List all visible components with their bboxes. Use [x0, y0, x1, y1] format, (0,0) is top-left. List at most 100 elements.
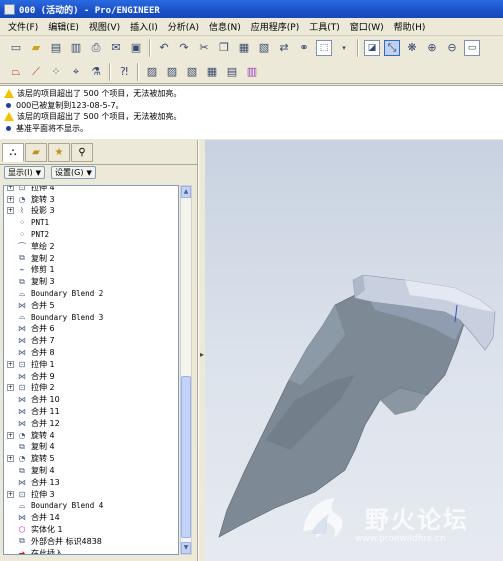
tree-item[interactable]: ⋈ 合并 9 [4, 370, 55, 382]
scrollbar-thumb[interactable] [181, 376, 191, 538]
repaint-icon[interactable]: ◪ [364, 40, 380, 56]
expand-icon[interactable]: + [7, 186, 14, 191]
find-icon[interactable]: ⚭ [296, 40, 312, 56]
menu-window[interactable]: 窗口(W) [345, 20, 389, 33]
tree-item[interactable]: ⧉ 复制 4 [4, 465, 55, 477]
sketch-plane-icon[interactable]: ⏢ [8, 64, 24, 80]
copy-icon[interactable]: ❐ [216, 40, 232, 56]
regenerate-icon[interactable]: ⇄ [276, 40, 292, 56]
tree-item[interactable]: ⋈ 合并 11 [4, 406, 60, 418]
page-setup-icon[interactable]: ▣ [128, 40, 144, 56]
expand-icon[interactable]: + [7, 490, 14, 498]
menu-insert[interactable]: 插入(I) [125, 20, 163, 33]
expand-icon[interactable]: + [7, 384, 14, 392]
tree-item-label: 旋转 4 [31, 430, 55, 440]
folder-browser-tab-icon[interactable]: ▰ [25, 143, 47, 162]
tree-item[interactable]: ⋈ 合并 6 [4, 323, 55, 335]
tree-item[interactable]: + ⊡ 拉伸 3 [4, 488, 55, 500]
tree-item[interactable]: ⌓ Boundary Blend 3 [4, 311, 103, 323]
tree-item[interactable]: + ◔ 旋转 4 [4, 429, 55, 441]
selection-filter-icon[interactable]: ⬚ [316, 40, 332, 56]
tree-item[interactable]: ⋈ 合并 7 [4, 335, 55, 347]
undo-icon[interactable]: ↶ [156, 40, 172, 56]
tree-item-label: 复制 4 [31, 466, 55, 476]
tree-item[interactable]: + ◔ 旋转 3 [4, 193, 55, 205]
tree-item[interactable]: ⌓ Boundary Blend 4 [4, 500, 103, 512]
tree-item[interactable]: ⧉ 复制 4 [4, 441, 55, 453]
tree-item[interactable]: + ⊡ 拉伸 1 [4, 359, 55, 371]
model-setup-icon[interactable]: ▥ [244, 64, 260, 80]
settings-dropdown[interactable]: 设置(G) ▼ [51, 166, 96, 179]
display-style-icon[interactable]: ▦ [204, 64, 220, 80]
menu-applications[interactable]: 应用程序(P) [246, 20, 304, 33]
tree-item[interactable]: ⋈ 合并 8 [4, 347, 55, 359]
tree-item[interactable]: + ◔ 旋转 5 [4, 453, 55, 465]
datum-axis-icon[interactable]: ⟋ [28, 64, 44, 80]
scroll-up-icon[interactable]: ▲ [181, 186, 191, 198]
tree-item[interactable]: ⋈ 合并 14 [4, 512, 60, 524]
menu-info[interactable]: 信息(N) [204, 20, 246, 33]
connections-tab-icon[interactable]: ⚲ [71, 143, 93, 162]
zoom-out-icon[interactable]: ⊖ [444, 40, 460, 56]
menu-tools[interactable]: 工具(T) [304, 20, 345, 33]
tree-item[interactable]: ⧉ 复制 3 [4, 276, 55, 288]
menu-help[interactable]: 帮助(H) [389, 20, 431, 33]
send-mail-icon[interactable]: ✉ [108, 40, 124, 56]
scroll-down-icon[interactable]: ▼ [181, 542, 191, 554]
tree-item[interactable]: ⬡ 实体化 1 [4, 524, 63, 536]
analysis-tool-icon[interactable]: ⚗ [88, 64, 104, 80]
redo-icon[interactable]: ↷ [176, 40, 192, 56]
tree-item[interactable]: ⧉ 复制 2 [4, 252, 55, 264]
spin-center-icon[interactable]: ⤡ [384, 40, 400, 56]
menu-analysis[interactable]: 分析(A) [163, 20, 204, 33]
paste-icon[interactable]: ▦ [236, 40, 252, 56]
tree-item[interactable]: ⋈ 合并 13 [4, 477, 60, 489]
menu-edit[interactable]: 编辑(E) [43, 20, 84, 33]
expand-icon[interactable]: + [7, 360, 14, 368]
print-icon[interactable]: ⎙ [88, 40, 104, 56]
tree-item[interactable]: ⁘ PNT2 [4, 229, 49, 241]
menu-view[interactable]: 视图(V) [84, 20, 125, 33]
tree-item[interactable]: + ⌇ 投影 3 [4, 205, 55, 217]
expand-icon[interactable]: + [7, 455, 14, 463]
chevron-down-icon[interactable]: ▾ [336, 40, 352, 56]
panel-splitter[interactable]: ▸ [198, 140, 205, 561]
menu-file[interactable]: 文件(F) [3, 20, 43, 33]
cut-icon[interactable]: ✂ [196, 40, 212, 56]
datum-point-icon[interactable]: ⁘ [48, 64, 64, 80]
open-file-icon[interactable]: ▰ [28, 40, 44, 56]
model-tree-tab-icon[interactable]: ⛬ [2, 143, 24, 162]
paste-special-icon[interactable]: ▧ [256, 40, 272, 56]
csys-icon[interactable]: ⌖ [68, 64, 84, 80]
tree-item[interactable]: ⧉ 外部合并 标识4838 [4, 536, 102, 548]
saved-views-icon[interactable]: ▨ [164, 64, 180, 80]
tree-item[interactable]: ⋈ 合并 10 [4, 394, 60, 406]
tree-item[interactable]: ⁘ PNT1 [4, 217, 49, 229]
graphics-window[interactable]: 野火论坛 www.proewildfire.cn [205, 140, 503, 561]
refit-icon[interactable]: ▭ [464, 40, 480, 56]
tree-item[interactable]: ⋈ 合并 12 [4, 418, 60, 430]
tree-item[interactable]: ⌒ 草绘 2 [4, 241, 55, 253]
zoom-in-icon[interactable]: ⊕ [424, 40, 440, 56]
tree-scrollbar[interactable]: ▲ ▼ [180, 185, 192, 555]
save-copy-icon[interactable]: ▥ [68, 40, 84, 56]
expand-icon[interactable]: + [7, 207, 14, 215]
tree-item[interactable]: ⌁ 修剪 1 [4, 264, 55, 276]
layers-icon[interactable]: ▧ [184, 64, 200, 80]
tree-item[interactable]: + ⊡ 拉伸 4 [4, 186, 55, 193]
perspective-icon[interactable]: ▤ [224, 64, 240, 80]
collapse-arrow-icon[interactable]: ▸ [200, 350, 204, 359]
show-dropdown[interactable]: 显示(I) ▼ [4, 166, 45, 179]
save-icon[interactable]: ▤ [48, 40, 64, 56]
orient-mode-icon[interactable]: ❋ [404, 40, 420, 56]
tree-item[interactable]: ⌓ Boundary Blend 2 [4, 288, 103, 300]
view-manager-icon[interactable]: ▨ [144, 64, 160, 80]
tree-item[interactable]: ⋈ 合并 5 [4, 300, 55, 312]
expand-icon[interactable]: + [7, 431, 14, 439]
tree-item[interactable]: + ⊡ 拉伸 2 [4, 382, 55, 394]
whats-this-help-icon[interactable]: ⁈ [116, 64, 132, 80]
expand-icon[interactable]: + [7, 195, 14, 203]
new-file-icon[interactable]: ▭ [8, 40, 24, 56]
tree-item[interactable]: ➜ 在此插入 [4, 547, 63, 554]
favorites-tab-icon[interactable]: ★ [48, 143, 70, 162]
